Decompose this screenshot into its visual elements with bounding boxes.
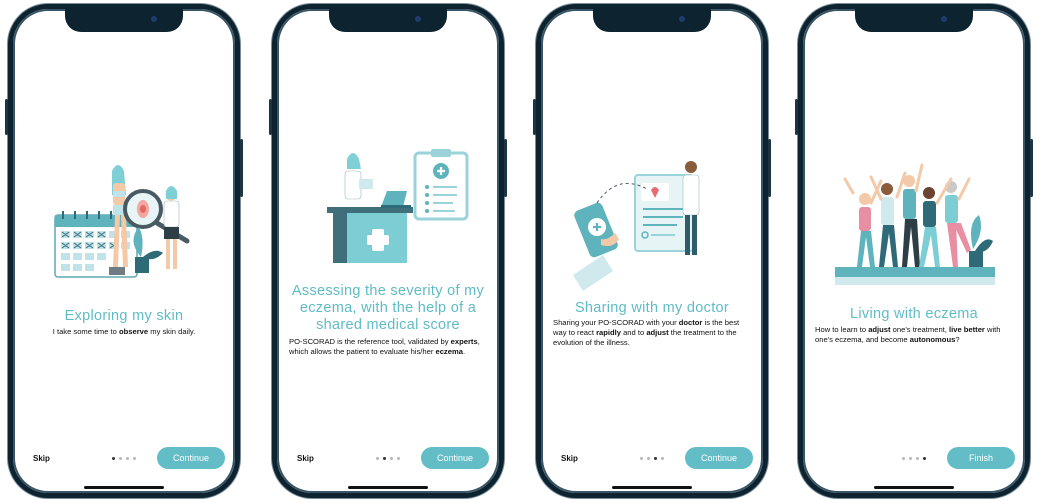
page-dot (112, 457, 115, 460)
description-emphasis: rapidly (596, 328, 621, 337)
home-indicator (348, 486, 428, 489)
home-indicator (84, 486, 164, 489)
description-text: ? (955, 335, 960, 344)
phone-frame-3: Sharing with my doctor Sharing your PO-S… (533, 4, 771, 498)
description-text: How to learn to (815, 325, 869, 334)
continue-button[interactable]: Continue (421, 447, 489, 469)
description-emphasis: experts (450, 337, 478, 346)
doctor-desk-clipboard-illustration (327, 149, 469, 263)
description-emphasis: eczema (435, 347, 463, 356)
page-indicator (112, 457, 136, 460)
page-dot (133, 457, 136, 460)
phone-frame-2: Assessing the severity of my eczema, wit… (269, 4, 507, 498)
onboarding-screen-4: Living with eczema How to learn to adjus… (803, 9, 1025, 493)
description-text: . (462, 347, 466, 356)
skip-button[interactable]: Skip (297, 454, 314, 463)
description-text: Sharing your PO-SCORAD with your (553, 318, 679, 327)
cheering-group-illustration (835, 163, 995, 285)
description-text: I take some time to (52, 327, 119, 336)
page-dot (654, 457, 657, 460)
page-dot (640, 457, 643, 460)
page-dot (397, 457, 400, 460)
description-emphasis: live better (949, 325, 985, 334)
screen-title: Living with eczema (850, 306, 978, 322)
page-dot (390, 457, 393, 460)
description-text: one's treatment, (890, 325, 949, 334)
home-indicator (874, 486, 954, 489)
description-text: and to (620, 328, 647, 337)
home-indicator (612, 486, 692, 489)
screen-description: PO-SCORAD is the reference tool, validat… (289, 337, 487, 357)
onboarding-screen-2: Assessing the severity of my eczema, wit… (277, 9, 499, 493)
phone-doctor-report-illustration (573, 161, 700, 291)
calendar-magnifier-illustration (54, 165, 190, 278)
page-dot (661, 457, 664, 460)
page-indicator (902, 457, 926, 460)
page-dot (923, 457, 926, 460)
screen-title: Assessing the severity of my eczema, wit… (291, 283, 485, 333)
description-emphasis: autonomous (909, 335, 956, 344)
page-dot (916, 457, 919, 460)
phone-frame-1: Exploring my skin I take some time to ob… (5, 4, 243, 498)
screen-title: Sharing with my doctor (574, 300, 730, 316)
skip-button[interactable]: Skip (561, 454, 578, 463)
phone-frame-4: Living with eczema How to learn to adjus… (795, 4, 1033, 498)
page-dot (647, 457, 650, 460)
description-emphasis: adjust (868, 325, 891, 334)
screen-title: Exploring my skin (64, 308, 184, 324)
continue-button[interactable]: Continue (157, 447, 225, 469)
onboarding-screen-3: Sharing with my doctor Sharing your PO-S… (541, 9, 763, 493)
page-indicator (376, 457, 400, 460)
page-indicator (640, 457, 664, 460)
description-emphasis: adjust (646, 328, 669, 337)
onboarding-screen-1: Exploring my skin I take some time to ob… (13, 9, 235, 493)
screen-description: I take some time to observe my skin dail… (25, 327, 223, 337)
screen-description: Sharing your PO-SCORAD with your doctor … (553, 318, 751, 348)
screen-description: How to learn to adjust one's treatment, … (815, 325, 1013, 345)
continue-button[interactable]: Continue (685, 447, 753, 469)
page-dot (383, 457, 386, 460)
page-dot (126, 457, 129, 460)
skip-button[interactable]: Skip (33, 454, 50, 463)
description-text: my skin daily. (148, 327, 196, 336)
description-emphasis: doctor (678, 318, 703, 327)
finish-button[interactable]: Finish (947, 447, 1015, 469)
description-text: PO-SCORAD is the reference tool, validat… (289, 337, 451, 346)
description-emphasis: observe (119, 327, 149, 336)
page-dot (376, 457, 379, 460)
page-dot (119, 457, 122, 460)
page-dot (909, 457, 912, 460)
page-dot (902, 457, 905, 460)
